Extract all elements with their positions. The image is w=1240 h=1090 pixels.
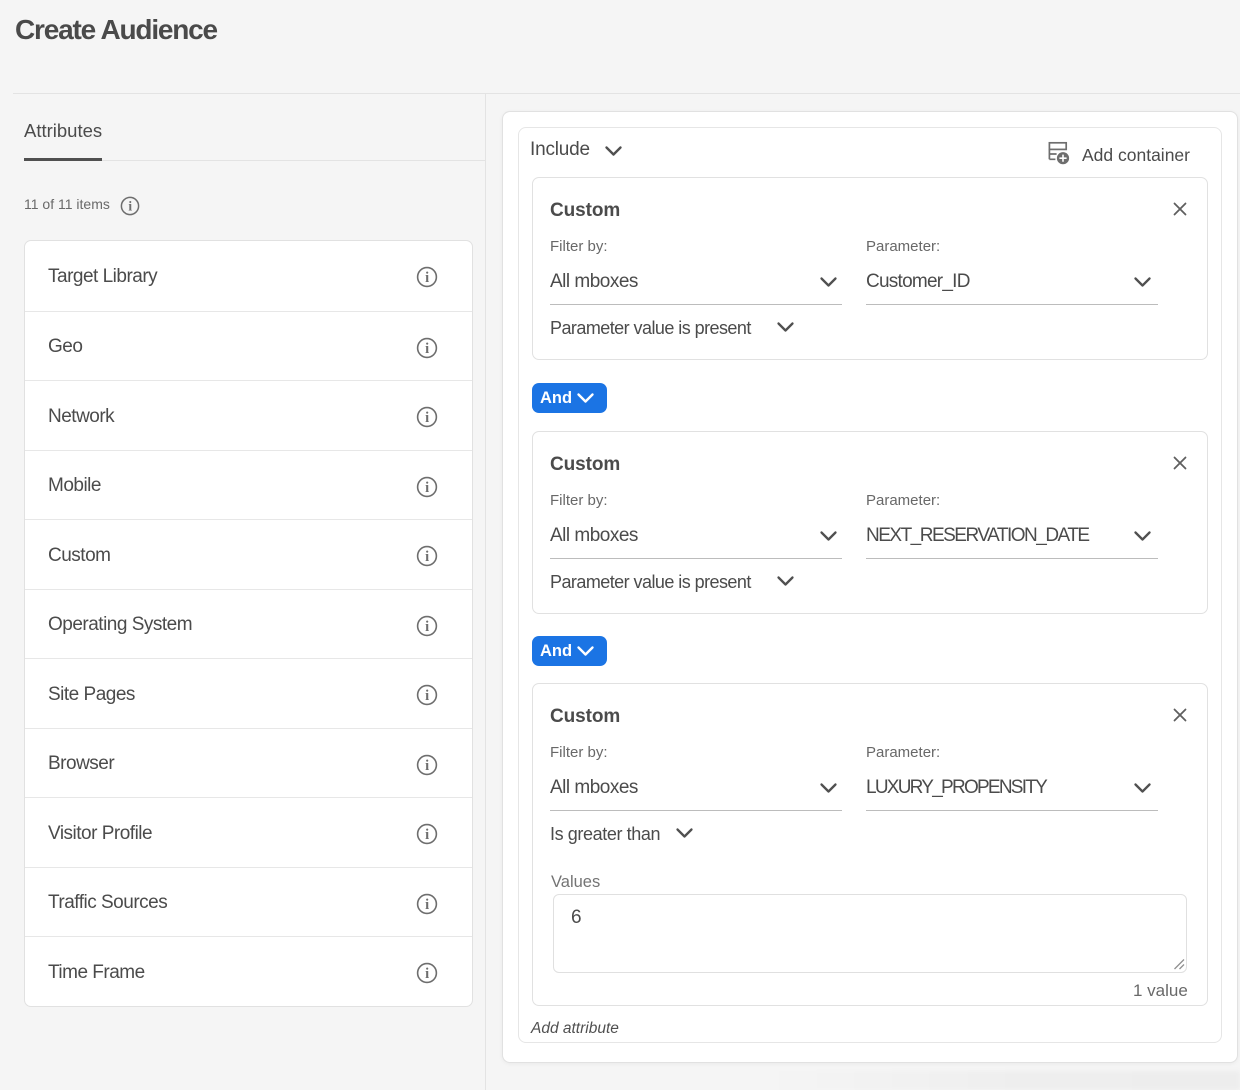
svg-text:i: i: [425, 270, 429, 286]
svg-text:i: i: [425, 619, 429, 635]
svg-text:i: i: [425, 966, 429, 982]
svg-text:i: i: [425, 410, 429, 426]
svg-text:i: i: [425, 758, 429, 774]
svg-text:i: i: [425, 341, 429, 357]
svg-text:i: i: [128, 199, 132, 214]
svg-text:i: i: [425, 480, 429, 496]
svg-text:i: i: [425, 897, 429, 913]
svg-text:i: i: [425, 688, 429, 704]
svg-text:i: i: [425, 827, 429, 843]
svg-text:i: i: [425, 549, 429, 565]
